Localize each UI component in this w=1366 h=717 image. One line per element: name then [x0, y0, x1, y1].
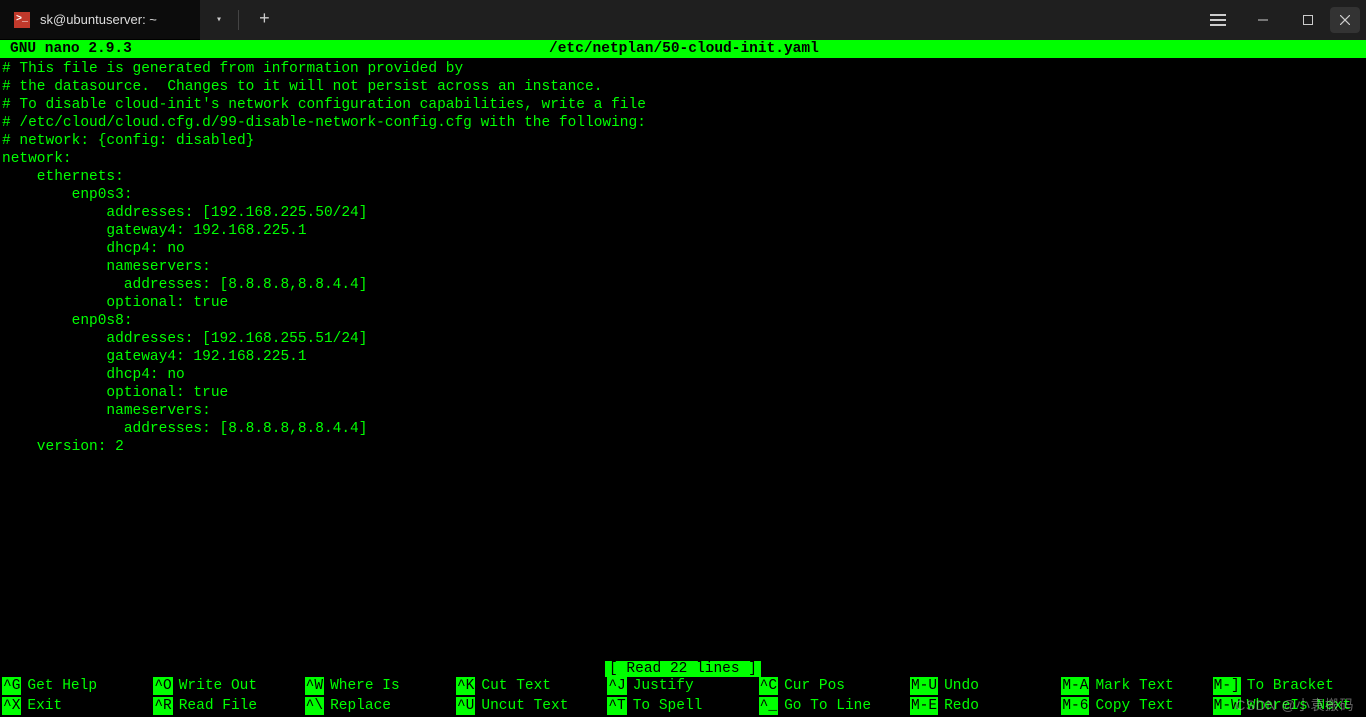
- shortcut-desc: Write Out: [179, 677, 257, 695]
- shortcut-key: ^T: [607, 697, 626, 715]
- shortcut-desc: Justify: [633, 677, 694, 695]
- editor-line: network:: [2, 150, 1364, 168]
- shortcut-desc: To Bracket: [1247, 677, 1334, 695]
- shortcut-key: ^W: [305, 677, 324, 695]
- shortcut-key: ^O: [153, 677, 172, 695]
- nano-header: GNU nano 2.9.3 /etc/netplan/50-cloud-ini…: [0, 40, 1366, 58]
- minimize-button[interactable]: [1240, 4, 1285, 36]
- editor-line: enp0s3:: [2, 186, 1364, 204]
- editor-line: version: 2: [2, 438, 1364, 456]
- editor-line: ethernets:: [2, 168, 1364, 186]
- shortcut-desc: Read File: [179, 697, 257, 715]
- editor-line: gateway4: 192.168.225.1: [2, 222, 1364, 240]
- new-tab-button[interactable]: +: [249, 10, 280, 30]
- shortcut-desc: Copy Text: [1095, 697, 1173, 715]
- nano-shortcut[interactable]: ^\ Replace: [305, 697, 456, 715]
- editor-line: nameservers:: [2, 402, 1364, 420]
- shortcut-desc: Mark Text: [1095, 677, 1173, 695]
- shortcut-key: ^U: [456, 697, 475, 715]
- shortcut-key: ^\: [305, 697, 324, 715]
- nano-shortcut[interactable]: ^C Cur Pos: [759, 677, 910, 695]
- editor-line: gateway4: 192.168.225.1: [2, 348, 1364, 366]
- shortcut-desc: Where Is: [330, 677, 400, 695]
- shortcut-key: M-]: [1213, 677, 1241, 695]
- maximize-button[interactable]: [1285, 4, 1330, 36]
- close-button[interactable]: [1330, 7, 1360, 33]
- shortcut-key: ^_: [759, 697, 778, 715]
- editor-line: nameservers:: [2, 258, 1364, 276]
- window-titlebar: >_ sk@ubuntuserver: ~ ▾ +: [0, 0, 1366, 40]
- nano-file-path: /etc/netplan/50-cloud-init.yaml: [132, 40, 1236, 58]
- editor-line: dhcp4: no: [2, 366, 1364, 384]
- shortcut-desc: Undo: [944, 677, 979, 695]
- divider: [238, 10, 239, 30]
- nano-shortcut[interactable]: ^_ Go To Line: [759, 697, 910, 715]
- window-controls: [1195, 4, 1366, 36]
- shortcut-key: M-U: [910, 677, 938, 695]
- shortcut-key: ^G: [2, 677, 21, 695]
- nano-shortcut[interactable]: M-6 Copy Text: [1061, 697, 1212, 715]
- editor-line: addresses: [8.8.8.8,8.8.4.4]: [2, 420, 1364, 438]
- tab-actions: ▾ +: [200, 10, 290, 30]
- shortcut-key: M-6: [1061, 697, 1089, 715]
- editor-line: enp0s8:: [2, 312, 1364, 330]
- nano-shortcut[interactable]: ^R Read File: [153, 697, 304, 715]
- nano-shortcut[interactable]: M-U Undo: [910, 677, 1061, 695]
- shortcut-desc: Redo: [944, 697, 979, 715]
- shortcut-key: ^K: [456, 677, 475, 695]
- shortcut-key: ^C: [759, 677, 778, 695]
- nano-shortcut[interactable]: M-E Redo: [910, 697, 1061, 715]
- terminal-icon: >_: [14, 12, 30, 28]
- tab-title: sk@ubuntuserver: ~: [40, 12, 157, 27]
- nano-shortcut[interactable]: ^O Write Out: [153, 677, 304, 695]
- editor-line: dhcp4: no: [2, 240, 1364, 258]
- nano-shortcut[interactable]: ^G Get Help: [2, 677, 153, 695]
- shortcut-desc: Go To Line: [784, 697, 871, 715]
- editor-line: optional: true: [2, 384, 1364, 402]
- nano-shortcut[interactable]: ^K Cut Text: [456, 677, 607, 695]
- shortcut-desc: WhereIs Next: [1247, 697, 1351, 715]
- shortcut-key: ^R: [153, 697, 172, 715]
- nano-app-name: GNU nano 2.9.3: [10, 40, 132, 58]
- nano-shortcut[interactable]: ^W Where Is: [305, 677, 456, 695]
- nano-shortcut[interactable]: M-W WhereIs Next: [1213, 697, 1364, 715]
- shortcut-desc: Replace: [330, 697, 391, 715]
- shortcut-key: ^X: [2, 697, 21, 715]
- shortcut-desc: To Spell: [633, 697, 703, 715]
- editor-line: addresses: [192.168.255.51/24]: [2, 330, 1364, 348]
- nano-shortcuts-row-1: ^G Get Help ^O Write Out ^W Where Is ^K Cut Tex…: [0, 677, 1366, 697]
- editor-line: optional: true: [2, 294, 1364, 312]
- nano-shortcut[interactable]: ^X Exit: [2, 697, 153, 715]
- editor-line: # network: {config: disabled}: [2, 132, 1364, 150]
- editor-content[interactable]: # This file is generated from informatio…: [0, 58, 1366, 661]
- editor-line: # To disable cloud-init's network config…: [2, 96, 1364, 114]
- nano-header-spacer: [1236, 40, 1356, 58]
- shortcut-desc: Exit: [27, 697, 62, 715]
- shortcut-desc: Cut Text: [481, 677, 551, 695]
- nano-status-text: [ Read 22 lines ]: [605, 661, 761, 677]
- shortcut-desc: Get Help: [27, 677, 97, 695]
- shortcut-key: M-W: [1213, 697, 1241, 715]
- shortcut-key: M-E: [910, 697, 938, 715]
- terminal-area[interactable]: GNU nano 2.9.3 /etc/netplan/50-cloud-ini…: [0, 40, 1366, 717]
- nano-shortcut[interactable]: ^J Justify: [607, 677, 758, 695]
- tab-dropdown-icon[interactable]: ▾: [210, 14, 228, 26]
- nano-shortcut[interactable]: ^T To Spell: [607, 697, 758, 715]
- nano-status-bar: [ Read 22 lines ]: [0, 661, 1366, 677]
- shortcut-desc: Cur Pos: [784, 677, 845, 695]
- shortcut-key: ^J: [607, 677, 626, 695]
- shortcut-desc: Uncut Text: [481, 697, 568, 715]
- editor-line: # the datasource. Changes to it will not…: [2, 78, 1364, 96]
- editor-line: addresses: [8.8.8.8,8.8.4.4]: [2, 276, 1364, 294]
- shortcut-key: M-A: [1061, 677, 1089, 695]
- nano-shortcuts-row-2: ^X Exit ^R Read File ^\ Replace ^U Uncut Text ^T…: [0, 697, 1366, 717]
- editor-line: addresses: [192.168.225.50/24]: [2, 204, 1364, 222]
- hamburger-menu-icon[interactable]: [1195, 4, 1240, 36]
- nano-shortcut[interactable]: M-] To Bracket: [1213, 677, 1364, 695]
- nano-shortcut[interactable]: M-A Mark Text: [1061, 677, 1212, 695]
- editor-line: # /etc/cloud/cloud.cfg.d/99-disable-netw…: [2, 114, 1364, 132]
- editor-line: # This file is generated from informatio…: [2, 60, 1364, 78]
- terminal-tab[interactable]: >_ sk@ubuntuserver: ~: [0, 0, 200, 40]
- nano-shortcut[interactable]: ^U Uncut Text: [456, 697, 607, 715]
